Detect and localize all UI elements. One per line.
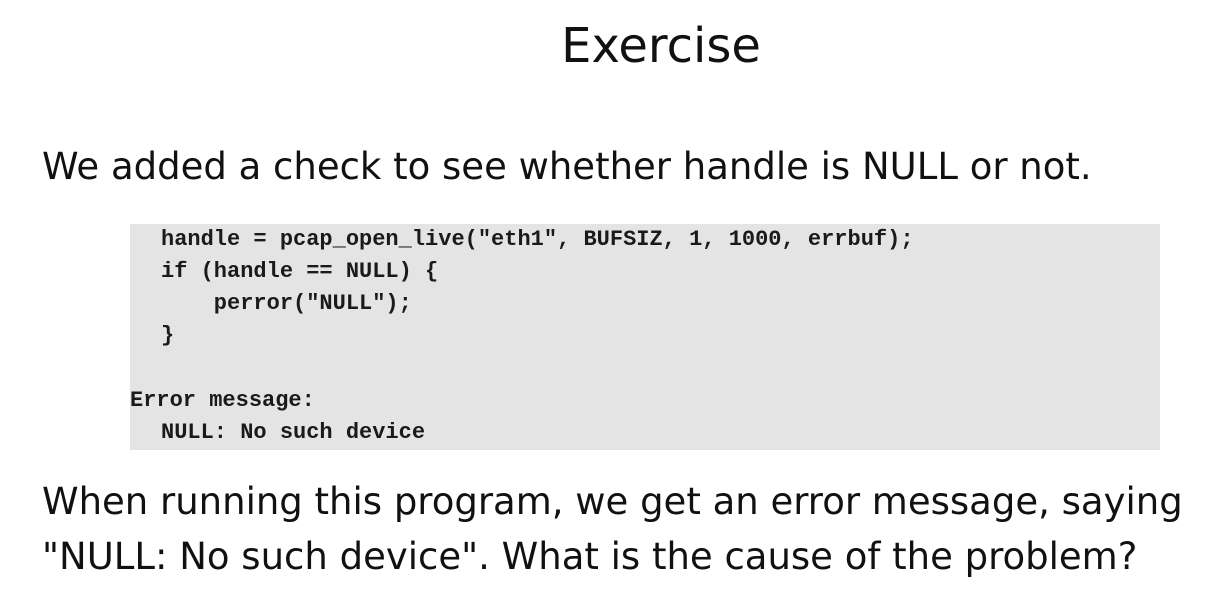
code-line: handle = pcap_open_live("eth1", BUFSIZ, … <box>161 227 914 252</box>
question-line-1: When running this program, we get an err… <box>42 480 1183 523</box>
question-line-2: "NULL: No such device". What is the caus… <box>42 535 1138 578</box>
code-line: if (handle == NULL) { <box>161 259 439 284</box>
code-block: handle = pcap_open_live("eth1", BUFSIZ, … <box>130 224 1160 450</box>
intro-text: We added a check to see whether handle i… <box>42 145 1092 188</box>
code-line: perror("NULL"); <box>161 291 412 316</box>
error-message-output: NULL: No such device <box>161 420 426 445</box>
slide-title: Exercise <box>561 18 761 74</box>
question-text: When running this program, we get an err… <box>42 474 1183 584</box>
code-line: } <box>161 323 175 348</box>
error-message-label: Error message: <box>130 388 315 413</box>
